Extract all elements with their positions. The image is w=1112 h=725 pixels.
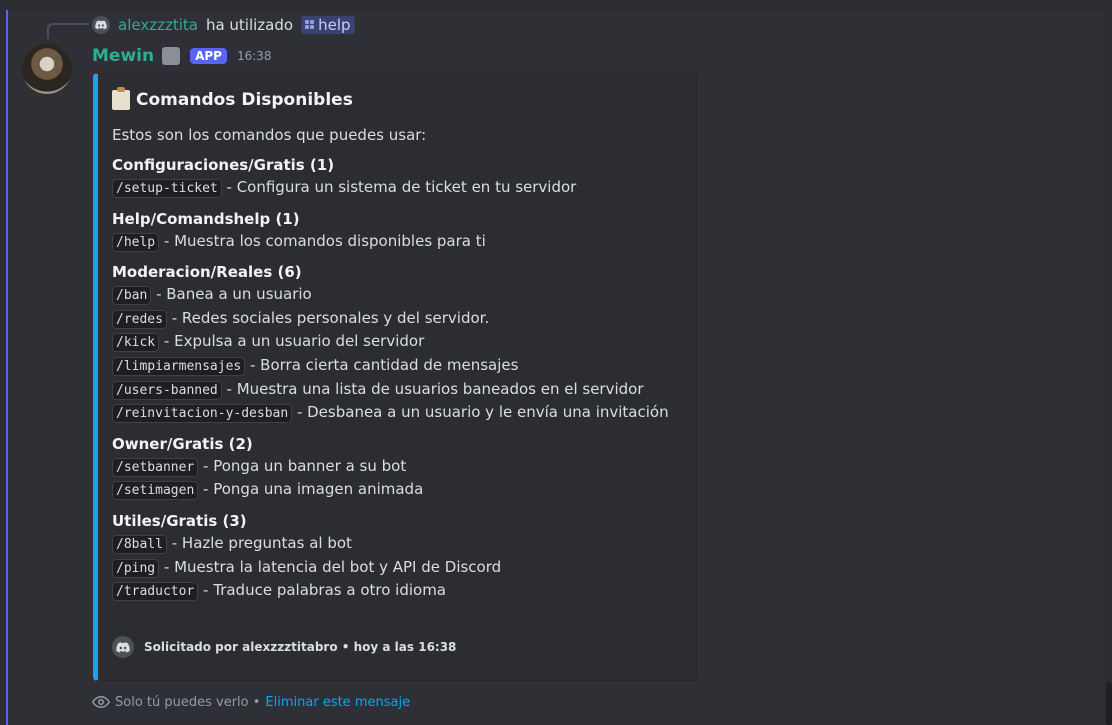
command-code: /kick bbox=[112, 333, 160, 353]
embed-footer: Solicitado por alexzzztitabro • hoy a la… bbox=[112, 636, 456, 658]
discord-avatar-icon[interactable] bbox=[92, 16, 110, 34]
command-section: Owner/Gratis (2) /setbanner - Ponga un b… bbox=[112, 433, 684, 502]
command-description: - Ponga un banner a su bot bbox=[198, 456, 407, 475]
top-bar bbox=[0, 0, 1112, 10]
message-header: Mewin APP 16:38 bbox=[92, 44, 272, 68]
ephemeral-text: Solo tú puedes verlo • bbox=[115, 694, 261, 710]
embed-title: Comandos Disponibles bbox=[112, 86, 684, 114]
command-entry: /traductor - Traduce palabras a otro idi… bbox=[112, 579, 684, 603]
command-code: /reinvitacion-y-desban bbox=[112, 404, 293, 424]
section-title: Moderacion/Reales (6) bbox=[112, 263, 302, 282]
command-entry: /limpiarmensajes - Borra cierta cantidad… bbox=[112, 354, 684, 378]
command-code: /redes bbox=[112, 309, 167, 329]
command-section: Configuraciones/Gratis (1) /setup-ticket… bbox=[112, 154, 684, 200]
help-embed: Comandos Disponibles Estos son los coman… bbox=[93, 73, 697, 681]
command-description: - Configura un sistema de ticket en tu s… bbox=[221, 178, 577, 196]
command-description: - Desbanea a un usuario y le envía una i… bbox=[292, 403, 669, 422]
embed-description: Estos son los comandos que puedes usar: bbox=[112, 126, 427, 144]
message-timestamp[interactable]: 16:38 bbox=[237, 49, 272, 63]
embed-footer-text: Solicitado por alexzzztitabro • hoy a la… bbox=[144, 640, 457, 654]
section-title: Help/Comandshelp (1) bbox=[112, 209, 300, 228]
command-code: /limpiarmensajes bbox=[112, 356, 246, 376]
command-code: /setup-ticket bbox=[112, 179, 222, 198]
scrollbar-thumb[interactable] bbox=[1106, 682, 1112, 725]
command-entry: /users-banned - Muestra una lista de usu… bbox=[112, 378, 684, 402]
invoker-username[interactable]: alexzzztita bbox=[118, 16, 198, 34]
section-title: Configuraciones/Gratis (1) bbox=[112, 156, 335, 174]
clipboard-icon bbox=[112, 87, 130, 110]
command-entry: /setimagen - Ponga una imagen animada bbox=[112, 478, 684, 502]
command-description: - Muestra los comandos disponibles para … bbox=[159, 231, 486, 250]
command-description: - Banea a un usuario bbox=[151, 285, 312, 304]
command-description: - Muestra la latencia del bot y API de D… bbox=[159, 557, 502, 576]
discord-icon bbox=[112, 636, 134, 658]
invocation-text: ha utilizado bbox=[205, 16, 294, 34]
ephemeral-notice: Solo tú puedes verlo • Eliminar este men… bbox=[92, 692, 410, 712]
command-description: - Expulsa a un usuario del servidor bbox=[159, 332, 425, 351]
moai-emoji-icon bbox=[162, 47, 181, 65]
slash-command-name: help bbox=[318, 16, 351, 34]
command-entry: /redes - Redes sociales personales y del… bbox=[112, 307, 684, 331]
command-code: /traductor bbox=[112, 582, 199, 602]
command-entry: /reinvitacion-y-desban - Desbanea a un u… bbox=[112, 401, 684, 425]
app-badge: APP bbox=[190, 48, 227, 64]
command-description: - Borra cierta cantidad de mensajes bbox=[245, 355, 519, 374]
command-entry: /help - Muestra los comandos disponibles… bbox=[112, 230, 684, 254]
command-code: /ping bbox=[112, 558, 160, 578]
command-entry: /8ball - Hazle preguntas al bot bbox=[112, 532, 684, 556]
slash-command-chip[interactable]: help bbox=[301, 16, 355, 34]
command-entry: /setup-ticket - Configura un sistema de … bbox=[112, 176, 684, 200]
command-code: /help bbox=[112, 232, 160, 252]
reply-spine bbox=[47, 23, 89, 39]
eye-icon bbox=[92, 695, 110, 709]
command-entry: /ban - Banea a un usuario bbox=[112, 283, 684, 307]
command-description: - Hazle preguntas al bot bbox=[166, 533, 352, 552]
command-section: Utiles/Gratis (3) /8ball - Hazle pregunt… bbox=[112, 510, 684, 603]
embed-title-text: Comandos Disponibles bbox=[136, 90, 353, 110]
section-title: Owner/Gratis (2) bbox=[112, 434, 253, 453]
command-description: - Redes sociales personales y del servid… bbox=[166, 308, 490, 327]
command-code: /8ball bbox=[112, 534, 167, 554]
command-entry: /kick - Expulsa a un usuario del servido… bbox=[112, 330, 684, 354]
command-section: Help/Comandshelp (1) /help - Muestra los… bbox=[112, 208, 684, 254]
command-code: /ban bbox=[112, 286, 152, 306]
slash-command-icon bbox=[305, 20, 315, 30]
bot-avatar[interactable] bbox=[22, 44, 72, 94]
command-section: Moderacion/Reales (6) /ban - Banea a un … bbox=[112, 261, 684, 425]
delete-message-link[interactable]: Eliminar este mensaje bbox=[265, 695, 410, 710]
command-code: /users-banned bbox=[112, 380, 222, 400]
command-entry: /ping - Muestra la latencia del bot y AP… bbox=[112, 556, 684, 580]
scrollbar-track[interactable] bbox=[1104, 10, 1112, 725]
section-title: Utiles/Gratis (3) bbox=[112, 511, 247, 530]
command-entry: /setbanner - Ponga un banner a su bot bbox=[112, 455, 684, 479]
command-code: /setimagen bbox=[112, 481, 199, 501]
command-invocation: alexzzztita ha utilizado help bbox=[92, 14, 355, 36]
bot-username[interactable]: Mewin bbox=[92, 46, 154, 66]
command-description: - Muestra una lista de usuarios baneados… bbox=[221, 379, 644, 398]
highlight-accent-bar bbox=[6, 10, 8, 725]
command-description: - Ponga una imagen animada bbox=[198, 480, 424, 499]
command-description: - Traduce palabras a otro idioma bbox=[198, 581, 446, 600]
command-code: /setbanner bbox=[112, 457, 199, 477]
